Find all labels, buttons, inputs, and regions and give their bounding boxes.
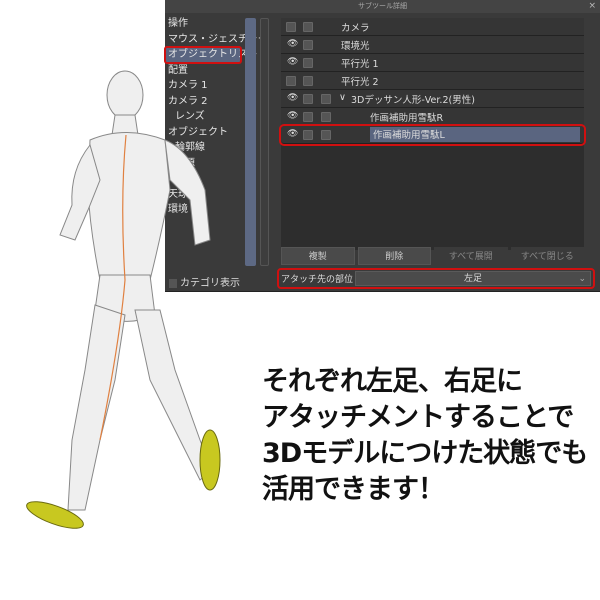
visibility-box[interactable] [286,76,296,86]
object-row[interactable]: 👁 作画補助用雪駄L [279,124,586,146]
eye-icon[interactable]: 👁 [287,129,298,139]
chevron-down-icon: ⌄ [578,274,586,284]
object-label: カメラ [341,23,370,34]
attach-part-select[interactable]: 左足 ⌄ [355,271,591,286]
lock-box[interactable] [303,76,313,86]
expand-all-button[interactable]: すべて展開 [434,247,508,265]
caption-line: それぞれ左足、右足に [262,366,523,397]
object-label: 作画補助用雪駄L [370,127,580,142]
caption-line: 活用できます！ [262,474,445,505]
object-row[interactable]: 平行光 2 [281,72,584,90]
eye-icon[interactable]: 👁 [287,57,298,67]
attach-part-row: アタッチ先の部位 左足 ⌄ [277,268,595,289]
close-icon[interactable]: × [588,0,596,13]
attach-part-label: アタッチ先の部位 [281,275,354,285]
caption-text: それぞれ左足、右足にアタッチメントすることで 3Dモデルにつけた状態でも 活用できま… [262,364,588,508]
object-row[interactable]: 👁 平行光 1 [281,54,584,72]
eye-icon[interactable]: 👁 [287,111,298,121]
lock-box[interactable] [303,112,313,122]
category-item[interactable]: 操作 [165,16,241,32]
eye-icon[interactable]: 👁 [287,93,298,103]
collapse-all-button[interactable]: すべて閉じる [510,247,584,265]
lock-box[interactable] [303,22,313,32]
object-buttons: 複製 削除 すべて展開 すべて閉じる [281,247,584,265]
chevron-down-icon[interactable]: ∨ [339,92,346,103]
panel-title: サブツール詳細 [358,2,407,10]
duplicate-button[interactable]: 複製 [281,247,355,265]
delete-button[interactable]: 削除 [357,247,431,265]
panel-titlebar: サブツール詳細 × [165,0,600,13]
3d-mannequin-figure [26,70,221,529]
object-label: 作画補助用雪駄R [370,113,444,124]
lock-box[interactable] [303,58,313,68]
object-row[interactable]: 👁 環境光 [281,36,584,54]
visibility-box[interactable] [286,22,296,32]
lock-box[interactable] [303,130,313,140]
expand-column-bar[interactable] [260,18,269,266]
lock-box[interactable] [303,40,313,50]
object-list: カメラ 👁 環境光 👁 平行光 1 平行光 2 👁 ∨ 3Dデッサン人形-Ver.2(男性) 👁 作… [279,18,586,250]
object-row[interactable]: カメラ [281,18,584,36]
caption-line: 3Dモデルにつけた状態でも [262,438,588,469]
caption-line: アタッチメントすることで [262,402,574,433]
object-label: 環境光 [341,41,370,52]
sandal-right-icon [199,429,221,491]
eye-icon[interactable]: 👁 [287,39,298,49]
option-box[interactable] [321,94,331,104]
object-label: 平行光 1 [341,59,379,70]
object-row[interactable]: 👁 ∨ 3Dデッサン人形-Ver.2(男性) [281,90,584,108]
attach-part-value: 左足 [464,274,483,284]
eye-column-bar[interactable] [245,18,256,266]
object-label: 平行光 2 [341,77,379,88]
lock-box[interactable] [303,94,313,104]
option-box[interactable] [321,112,331,122]
object-row[interactable]: 👁 作画補助用雪駄R [281,108,584,126]
option-box[interactable] [321,130,331,140]
object-label: 3Dデッサン人形-Ver.2(男性) [351,95,475,106]
